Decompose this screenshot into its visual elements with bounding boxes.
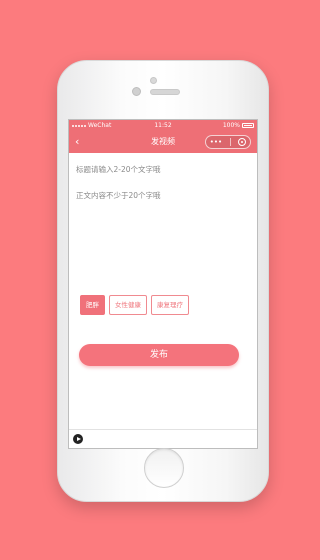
tag-list: 肥胖 女性健康 康复理疗 bbox=[80, 295, 189, 315]
target-icon[interactable] bbox=[238, 138, 247, 146]
capsule-divider bbox=[229, 138, 231, 146]
battery-status: 100% bbox=[223, 120, 254, 131]
front-camera bbox=[132, 87, 141, 96]
tag-obesity[interactable]: 肥胖 bbox=[80, 295, 105, 315]
play-icon[interactable] bbox=[73, 434, 83, 444]
battery-icon bbox=[242, 123, 254, 128]
sensor bbox=[150, 77, 157, 84]
status-bar: WeChat 11:52 100% bbox=[69, 120, 257, 131]
tag-womens-health[interactable]: 女性健康 bbox=[109, 295, 147, 315]
back-button[interactable]: ‹ bbox=[75, 131, 89, 153]
battery-percent: 100% bbox=[222, 122, 240, 129]
page-title: 发视频 bbox=[151, 137, 175, 146]
phone-frame: WeChat 11:52 100% ‹ 发视频 ••• 标题请输入2-20个文字… bbox=[57, 60, 269, 502]
publish-button[interactable]: 发布 bbox=[79, 344, 239, 366]
menu-capsule: ••• bbox=[205, 135, 251, 149]
earpiece bbox=[150, 89, 180, 95]
nav-bar: ‹ 发视频 ••• bbox=[69, 131, 257, 153]
chevron-left-icon: ‹ bbox=[75, 135, 80, 148]
bottom-bar bbox=[69, 429, 257, 448]
title-input[interactable]: 标题请输入2-20个文字哦 bbox=[76, 164, 161, 175]
home-button[interactable] bbox=[144, 448, 184, 488]
screen: WeChat 11:52 100% ‹ 发视频 ••• 标题请输入2-20个文字… bbox=[68, 119, 258, 449]
tag-rehab-therapy[interactable]: 康复理疗 bbox=[151, 295, 189, 315]
body-input[interactable]: 正文内容不少于20个字哦 bbox=[76, 190, 161, 201]
more-dots-icon[interactable]: ••• bbox=[210, 136, 222, 148]
